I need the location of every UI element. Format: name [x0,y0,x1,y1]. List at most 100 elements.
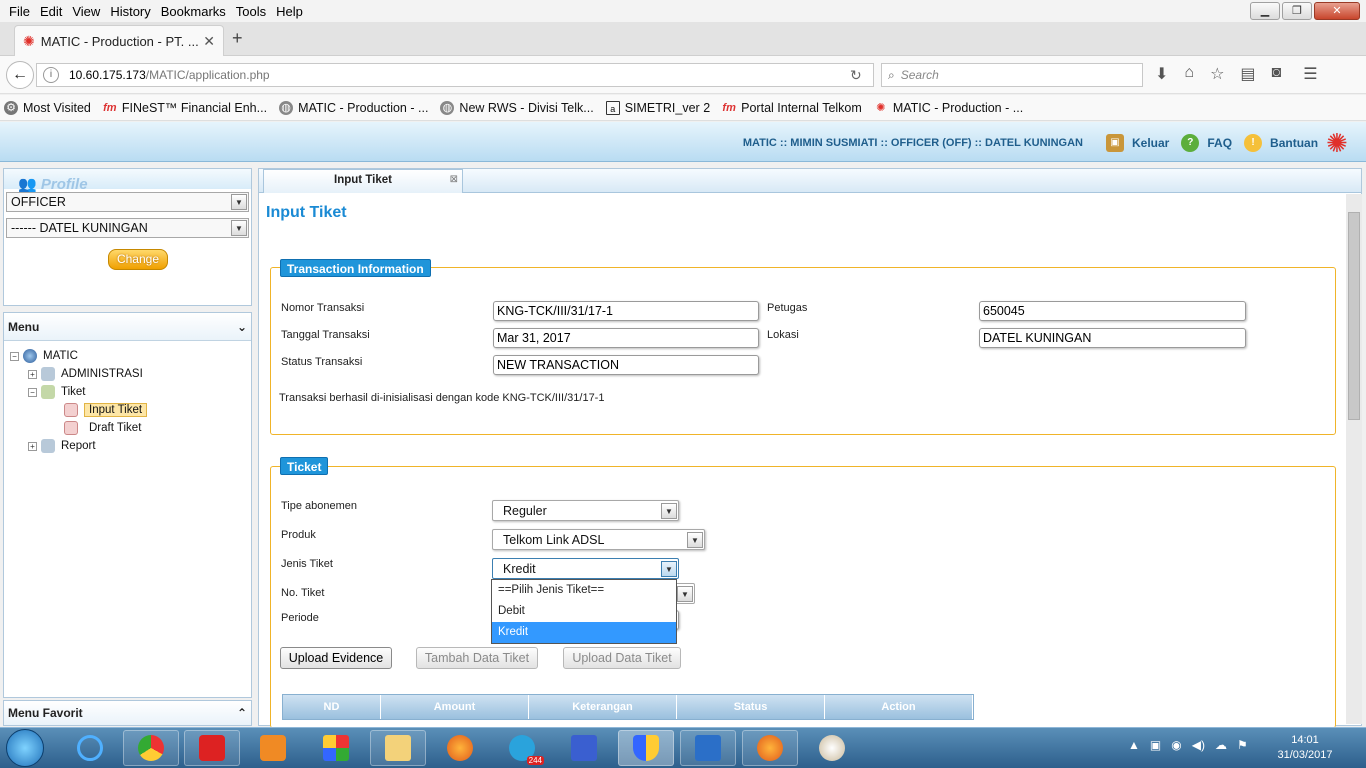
tree-node-draft-tiket[interactable]: Draft Tiket [10,419,251,437]
tray-flag-icon[interactable]: ⚑ [1237,738,1248,752]
taskbar-firefox-icon[interactable] [432,730,488,766]
upload-evidence-button[interactable]: Upload Evidence [280,647,392,669]
option-debit[interactable]: Debit [492,601,676,622]
browser-tab[interactable]: ✺ MATIC - Production - PT. ... ✕ [14,25,224,56]
reload-icon[interactable]: ↻ [850,67,862,84]
taskbar-puzzle-icon[interactable] [308,730,364,766]
download-icon[interactable]: ⬇ [1155,64,1168,84]
transaction-fieldset [270,267,1336,435]
menu-header[interactable]: Menu ⌄ [4,313,251,341]
grid-header-nd[interactable]: ND [283,695,381,719]
expand-icon[interactable]: + [28,441,37,451]
lokasi-field[interactable]: DATEL KUNINGAN [979,328,1246,348]
collapse-icon[interactable]: − [28,387,37,397]
menu-view[interactable]: View [67,4,105,19]
pocket-icon[interactable]: ◙ [1272,64,1282,84]
taskbar-oracle-icon[interactable] [184,730,240,766]
globe-icon: ◍ [279,100,294,115]
tab-input-tiket[interactable]: Input Tiket ⊠ [263,169,463,193]
transaction-message: Transaksi berhasil di-inisialisasi denga… [279,392,605,404]
tray-chevron-up-icon[interactable]: ▲ [1128,738,1140,752]
chevron-up-icon: ⌃ [236,706,247,720]
change-button[interactable]: Change [108,249,168,270]
minimize-button[interactable]: ▁ [1250,2,1280,20]
tree-node-tiket[interactable]: − Tiket [10,383,251,401]
tree-node-input-tiket[interactable]: Input Tiket [10,401,251,419]
produk-select[interactable]: Telkom Link ADSL ▼ [492,529,705,550]
reading-list-icon[interactable]: ▤ [1240,64,1255,84]
nomor-transaksi-field[interactable]: KNG-TCK/III/31/17-1 [493,301,759,321]
grid-header-action[interactable]: Action [825,695,973,719]
menu-edit[interactable]: Edit [35,4,67,19]
scrollbar-thumb[interactable] [1348,212,1360,420]
close-tab-icon[interactable]: ✕ [203,33,215,50]
tray-device-icon[interactable]: ▣ [1150,738,1161,752]
taskbar-clock[interactable]: 14:01 31/03/2017 [1272,733,1338,763]
bookmark-star-icon[interactable]: ☆ [1210,64,1224,84]
close-tab-icon[interactable]: ⊠ [450,170,458,190]
taskbar-app-icon[interactable] [556,730,612,766]
back-arrow-icon[interactable]: ← [6,61,34,89]
menu-bookmarks[interactable]: Bookmarks [156,4,231,19]
option-kredit[interactable]: Kredit [492,622,676,643]
tree-node-matic[interactable]: − MATIC [10,347,251,365]
bookmark-finest[interactable]: fm FINeST™ Financial Enh... [103,101,267,115]
tray-eye-icon[interactable]: ◉ [1171,738,1181,752]
menu-tools[interactable]: Tools [231,4,271,19]
tambah-data-tiket-button[interactable]: Tambah Data Tiket [416,647,538,669]
info-icon[interactable]: i [43,67,59,83]
taskbar-arrow-app-icon[interactable] [680,730,736,766]
tree-node-report[interactable]: + Report [10,437,251,455]
clock-date: 31/03/2017 [1277,749,1333,761]
search-input[interactable]: ⌕ Search [881,63,1143,87]
bantuan-link[interactable]: Bantuan [1270,136,1318,150]
menu-help[interactable]: Help [271,4,308,19]
clock-time: 14:01 [1291,734,1319,746]
url-bar[interactable]: i 10.60.175.173/MATIC/application.php [36,63,874,87]
tipe-abonemen-select[interactable]: Reguler ▼ [492,500,679,521]
menu-favorit-header[interactable]: Menu Favorit ⌃ [3,700,252,726]
taskbar-media-icon[interactable] [245,730,301,766]
content-scrollbar[interactable] [1346,194,1362,724]
taskbar-paint-icon[interactable] [804,730,860,766]
bookmark-portal[interactable]: fm Portal Internal Telkom [722,101,861,115]
faq-link[interactable]: FAQ [1207,136,1232,150]
tree-node-administrasi[interactable]: + ADMINISTRASI [10,365,251,383]
ticket-fieldset [270,466,1336,728]
restore-button[interactable]: ❐ [1282,2,1312,20]
grid-header-amount[interactable]: Amount [381,695,529,719]
grid-header-status[interactable]: Status [677,695,825,719]
upload-data-tiket-button[interactable]: Upload Data Tiket [563,647,681,669]
unit-select[interactable]: ------ DATEL KUNINGAN ▼ [6,218,249,238]
taskbar-telegram-icon[interactable]: 244 [494,730,550,766]
tray-network-icon[interactable]: ☁ [1215,738,1227,752]
collapse-icon[interactable]: − [10,351,19,361]
bookmark-new-rws[interactable]: ◍ New RWS - Divisi Telk... [440,100,594,115]
bookmark-simetri[interactable]: a SIMETRI_ver 2 [605,100,710,115]
home-icon[interactable]: ⌂ [1184,64,1194,84]
taskbar-firefox-active-icon[interactable] [742,730,798,766]
grid-header-keterangan[interactable]: Keterangan [529,695,677,719]
bookmark-matic-1[interactable]: ◍ MATIC - Production - ... [279,100,428,115]
keluar-link[interactable]: Keluar [1132,136,1169,150]
bookmark-most-visited[interactable]: ⚙ Most Visited [4,100,91,115]
status-transaksi-field[interactable]: NEW TRANSACTION [493,355,759,375]
menu-file[interactable]: File [4,4,35,19]
tanggal-transaksi-field[interactable]: Mar 31, 2017 [493,328,759,348]
expand-icon[interactable]: + [28,369,37,379]
tray-volume-icon[interactable]: ◀) [1192,738,1205,752]
taskbar-shield-icon[interactable] [618,730,674,766]
option-pilih-jenis[interactable]: ==Pilih Jenis Tiket== [492,580,676,601]
taskbar-chrome-icon[interactable] [123,730,179,766]
taskbar-explorer-icon[interactable] [370,730,426,766]
role-select[interactable]: OFFICER ▼ [6,192,249,212]
bookmark-matic-2[interactable]: ✺ MATIC - Production - ... [874,101,1023,115]
windows-start-icon[interactable] [6,729,44,767]
close-window-button[interactable]: ✕ [1314,2,1360,20]
new-tab-icon[interactable]: + [232,28,243,49]
petugas-field[interactable]: 650045 [979,301,1246,321]
taskbar-ie-icon[interactable] [62,730,118,766]
jenis-tiket-select[interactable]: Kredit ▼ [492,558,679,579]
menu-history[interactable]: History [105,4,155,19]
hamburger-menu-icon[interactable]: ☰ [1303,64,1317,84]
